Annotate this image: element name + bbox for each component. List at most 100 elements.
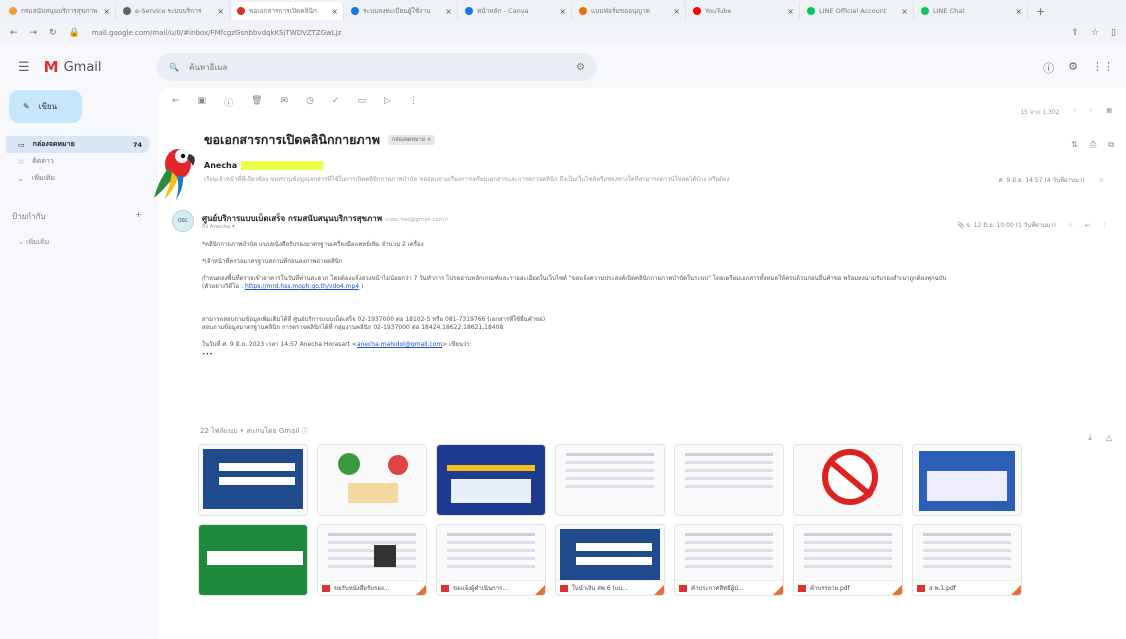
- settings-gear-icon[interactable]: ⚙: [1068, 60, 1078, 76]
- attachment-thumbnail[interactable]: [793, 444, 903, 516]
- expand-collapse-icon[interactable]: ⇅: [1071, 140, 1078, 150]
- more-options-icon[interactable]: ⋮: [1102, 222, 1108, 229]
- search-input[interactable]: ค้นหาอีเมล: [189, 61, 227, 74]
- show-trimmed-button[interactable]: •••: [202, 351, 1062, 359]
- message-1-sender: Anecha: [204, 161, 238, 170]
- star-icon[interactable]: ☆: [1099, 177, 1104, 184]
- close-tab-icon[interactable]: ×: [1015, 7, 1022, 16]
- attachment-thumbnail[interactable]: คำบรรยาย.pdf: [793, 524, 903, 596]
- compose-button[interactable]: ✎ เขียน: [9, 90, 82, 123]
- mark-unread-icon[interactable]: ✉: [281, 96, 289, 109]
- labels-more[interactable]: ⌄ เพิ่มเติม: [18, 237, 49, 248]
- attachment-thumbnail[interactable]: [317, 444, 427, 516]
- search-bar[interactable]: 🔍 ค้นหาอีเมล ⚙: [157, 53, 597, 81]
- tab-title: ขอเอกสารการเปิดคลินิก: [249, 7, 317, 15]
- message-2-sender[interactable]: ศูนย์บริการแบบเบ็ดเสร็จ กรมสนับสนุนบริกา…: [202, 212, 449, 225]
- body-line: สอบถามข้อมูลมาตรฐานคลินิก การตรวจคลินิกไ…: [202, 324, 504, 331]
- back-to-inbox-icon[interactable]: ←: [172, 96, 180, 109]
- attachment-thumbnail[interactable]: [674, 444, 784, 516]
- add-label-icon[interactable]: +: [135, 210, 142, 223]
- move-to-icon[interactable]: ▭: [357, 96, 366, 109]
- help-icon[interactable]: ⓘ: [1043, 60, 1054, 76]
- message-2-body: *คลินิกกายภาพบำบัด แนบหนังสือรับรองมาตรฐ…: [202, 241, 1062, 368]
- pdf-icon: [441, 584, 449, 592]
- message-2-recipients[interactable]: ถึง Anecha ▾: [202, 223, 235, 231]
- inbox-label-chip[interactable]: กล่องจดหมาย ×: [387, 135, 436, 145]
- attachment-grid: ขอรับหนังสือรับรอง... ขอแจ้งผู้ดำเนินการ.…: [198, 444, 1028, 596]
- reload-icon[interactable]: ↻: [49, 28, 57, 38]
- attachment-thumbnail[interactable]: ขอรับหนังสือรับรอง...: [317, 524, 427, 596]
- bookmark-star-icon[interactable]: ☆: [1091, 28, 1099, 38]
- new-tab-icon[interactable]: +: [1030, 5, 1051, 18]
- close-tab-icon[interactable]: ×: [103, 7, 110, 16]
- open-new-window-icon[interactable]: ⧉: [1108, 140, 1114, 150]
- browser-tab[interactable]: e-Service ระบบบริการ ×: [118, 2, 230, 20]
- pdf-icon: [679, 584, 687, 592]
- browser-tab[interactable]: LINE Official Account ×: [802, 2, 914, 20]
- video-link-line: (ตัวอย่างวิดีโอ : https://mrd.hss.moph.g…: [202, 283, 364, 290]
- chevron-down-icon: ⌄: [18, 174, 24, 183]
- main-menu-icon[interactable]: ☰: [18, 60, 30, 75]
- next-page-icon[interactable]: ›: [1090, 107, 1092, 117]
- video-link[interactable]: https://mrd.hss.moph.go.th/vdo4.mp4: [245, 283, 359, 290]
- apps-grid-icon[interactable]: ⋮⋮: [1092, 60, 1114, 76]
- browser-tab[interactable]: หน้าหลัก - Canva ×: [460, 2, 572, 20]
- close-tab-icon[interactable]: ×: [787, 7, 794, 16]
- tab-favicon-icon: [579, 7, 587, 15]
- report-spam-icon[interactable]: ⓘ: [224, 96, 233, 109]
- email-link[interactable]: anecha.mahidol@gmail.com: [357, 341, 442, 348]
- star-icon[interactable]: ☆: [1068, 222, 1073, 229]
- browser-tab-strip: กรมสนับสนุนบริการสุขภาพ × e-Service ระบบบร…: [0, 0, 1126, 22]
- print-icon[interactable]: ⎙: [1090, 140, 1096, 150]
- gmail-logo[interactable]: M Gmail: [44, 58, 102, 76]
- browser-tab[interactable]: ระบบลงทะเบียนผู้ใช้งาน ×: [346, 2, 458, 20]
- attachment-thumbnail[interactable]: ใบนำเงิน สพ.6 (แบ...: [555, 524, 665, 596]
- snooze-icon[interactable]: ◷: [306, 96, 314, 109]
- browser-tab[interactable]: ขอเอกสารการเปิดคลินิก ×: [232, 2, 344, 20]
- archive-icon[interactable]: ▣: [198, 96, 207, 109]
- close-tab-icon[interactable]: ×: [559, 7, 566, 16]
- close-tab-icon[interactable]: ×: [445, 7, 452, 16]
- url-text[interactable]: mail.google.com/mail/u/0/#inbox/FMfcgzGs…: [92, 29, 1060, 37]
- share-icon[interactable]: ⇪: [1071, 28, 1079, 38]
- more-options-icon[interactable]: ⋮: [409, 96, 418, 109]
- sidebar-item[interactable]: ☆ ติดดาว: [6, 153, 150, 170]
- sidebar-panel-icon[interactable]: ▯: [1111, 28, 1116, 38]
- attachment-thumbnail[interactable]: [198, 524, 308, 596]
- gmail-logo-text: Gmail: [63, 59, 102, 75]
- download-all-icon[interactable]: ⤓: [1088, 433, 1092, 443]
- tab-favicon-icon: [351, 7, 359, 15]
- labels-section: ป้ายกำกับ +: [12, 210, 142, 223]
- sidebar-item-label: เพิ่มเติม: [31, 174, 56, 182]
- add-to-drive-icon[interactable]: △: [1106, 433, 1112, 443]
- browser-tab[interactable]: YouTube ×: [688, 2, 800, 20]
- message-1-collapsed[interactable]: Anecha เรียนเจ้าหน้าที่ที่เกี่ยวข้อง ขอท…: [204, 161, 1104, 191]
- attachment-thumbnail[interactable]: [912, 444, 1022, 516]
- search-options-icon[interactable]: ⚙: [576, 62, 585, 73]
- search-icon[interactable]: 🔍: [169, 63, 179, 72]
- close-tab-icon[interactable]: ×: [673, 7, 680, 16]
- label-icon[interactable]: ▷: [384, 96, 391, 109]
- close-tab-icon[interactable]: ×: [901, 7, 908, 16]
- prev-page-icon[interactable]: ‹: [1074, 107, 1076, 117]
- browser-tab[interactable]: กรมสนับสนุนบริการสุขภาพ ×: [4, 2, 116, 20]
- back-arrow-icon[interactable]: ←: [10, 28, 18, 38]
- attachment-thumbnail[interactable]: [555, 444, 665, 516]
- input-tools-icon[interactable]: ▦: [1106, 107, 1112, 117]
- forward-arrow-icon[interactable]: →: [30, 28, 38, 38]
- attachment-thumbnail[interactable]: [198, 444, 308, 516]
- sidebar-item[interactable]: ▭ กล่องจดหมาย 74: [6, 136, 150, 153]
- reply-icon[interactable]: ↩: [1085, 222, 1090, 229]
- pagination: 15 จาก 1,302 ‹ › ▦: [1020, 107, 1112, 117]
- attachment-thumbnail[interactable]: ส.พ.1.pdf: [912, 524, 1022, 596]
- sidebar-item[interactable]: ⌄ เพิ่มเติม: [6, 170, 150, 187]
- delete-icon[interactable]: 🗑: [251, 96, 262, 109]
- close-tab-icon[interactable]: ×: [331, 7, 338, 16]
- add-task-icon[interactable]: ✓: [332, 96, 340, 109]
- browser-tab[interactable]: LINE Chat ×: [916, 2, 1028, 20]
- attachment-thumbnail[interactable]: คำประกาศสิทธิผู้ป่...: [674, 524, 784, 596]
- close-tab-icon[interactable]: ×: [217, 7, 224, 16]
- attachment-thumbnail[interactable]: [436, 444, 546, 516]
- browser-tab[interactable]: แบบฟอร์มขออนุญาต ×: [574, 2, 686, 20]
- attachment-thumbnail[interactable]: ขอแจ้งผู้ดำเนินการ...: [436, 524, 546, 596]
